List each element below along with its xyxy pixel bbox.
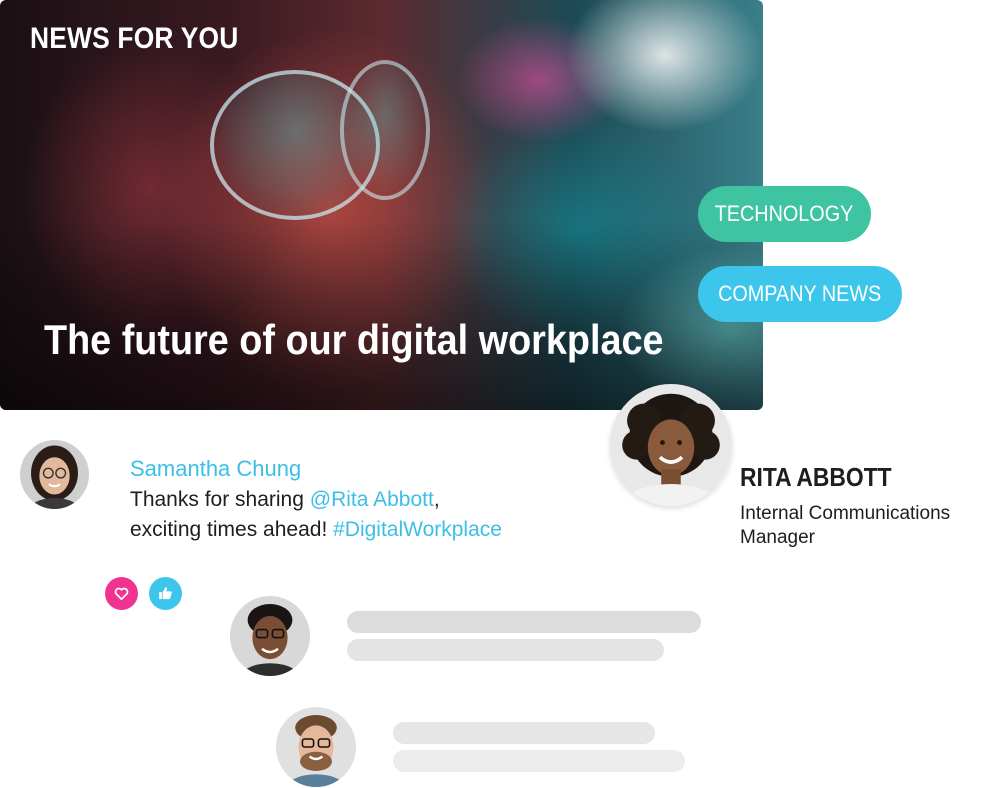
reply-placeholder-line-3: [393, 722, 655, 744]
comment-text-2: exciting times ahead!: [130, 518, 334, 541]
commenter-name[interactable]: Samantha Chung: [130, 456, 301, 482]
comment-line-2: exciting times ahead! #DigitalWorkplace: [130, 518, 502, 542]
heart-icon: [114, 587, 129, 601]
reply-avatar-1-image: [230, 596, 310, 676]
hashtag-link[interactable]: #DigitalWorkplace: [333, 518, 502, 541]
thumbs-up-button[interactable]: [149, 577, 182, 610]
hero-image-shade: [0, 220, 763, 410]
comment-line-1: Thanks for sharing @Rita Abbott,: [130, 488, 440, 512]
tag-company-news-label: COMPANY NEWS: [718, 281, 882, 306]
author-avatar-image: [610, 384, 732, 506]
commenter-avatar[interactable]: [20, 440, 89, 509]
comment-text: Thanks for sharing: [130, 488, 310, 511]
tag-technology-label: TECHNOLOGY: [715, 201, 854, 226]
tag-technology[interactable]: TECHNOLOGY: [698, 186, 871, 242]
reply-avatar-2-image: [276, 707, 356, 787]
hero-image-glasses-right: [340, 60, 430, 200]
article-title[interactable]: The future of our digital workplace: [44, 316, 664, 364]
like-heart-button[interactable]: [105, 577, 138, 610]
comment-punctuation: ,: [433, 488, 440, 511]
section-eyebrow: NEWS FOR YOU: [30, 22, 239, 55]
reply-avatar-2[interactable]: [276, 707, 356, 787]
mention-link[interactable]: @Rita Abbott: [310, 488, 434, 511]
reply-placeholder-line-1: [347, 611, 701, 633]
reply-placeholder-line-4: [393, 750, 685, 772]
commenter-avatar-image: [20, 440, 89, 509]
thumbs-up-icon: [159, 587, 172, 600]
author-name[interactable]: RITA ABBOTT: [740, 462, 892, 493]
author-role: Internal Communications Manager: [740, 503, 951, 548]
author-avatar[interactable]: [610, 384, 732, 506]
tag-company-news[interactable]: COMPANY NEWS: [698, 266, 902, 322]
reply-avatar-1[interactable]: [230, 596, 310, 676]
reply-placeholder-line-2: [347, 639, 664, 661]
news-hero-card[interactable]: NEWS FOR YOU The future of our digital w…: [0, 0, 763, 410]
